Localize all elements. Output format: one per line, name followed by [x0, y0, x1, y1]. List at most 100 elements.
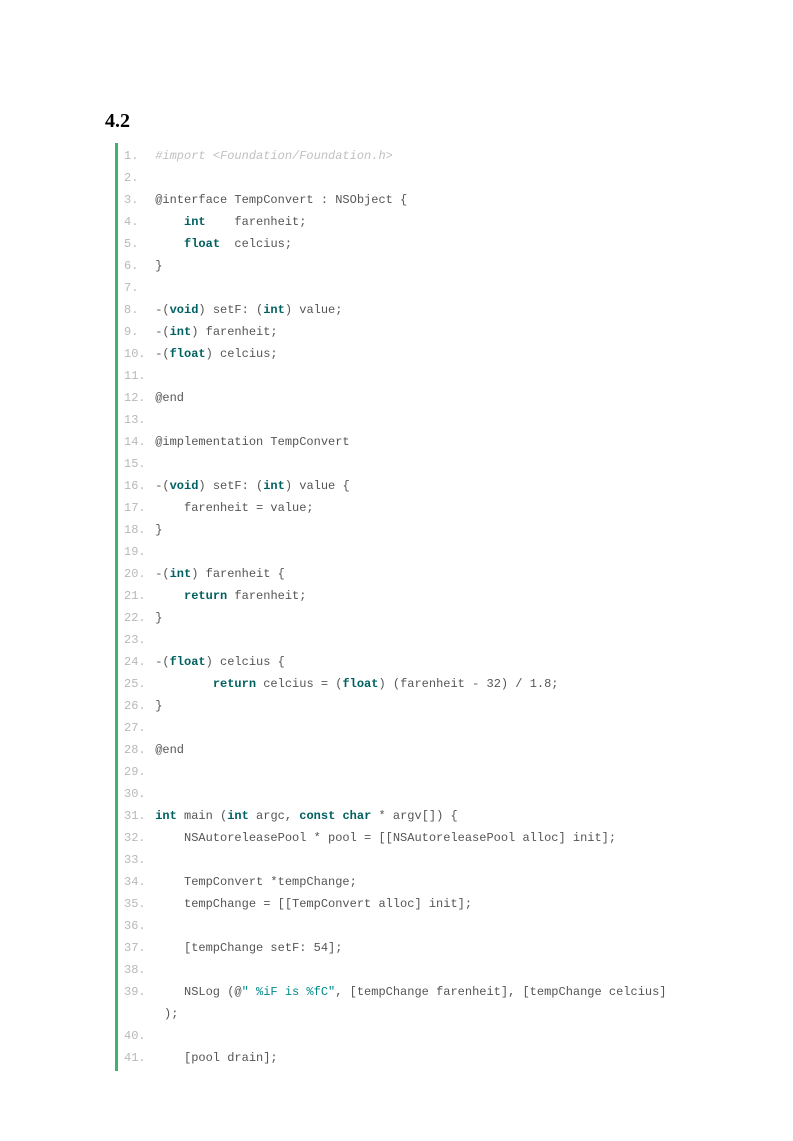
code-token: const	[299, 809, 335, 823]
line-number: 1.	[124, 145, 148, 167]
code-token: }	[148, 523, 162, 537]
code-token: -(	[148, 655, 170, 669]
code-line: 30.	[124, 783, 713, 805]
code-line: 26. }	[124, 695, 713, 717]
line-number: 22.	[124, 607, 148, 629]
code-line: 8. -(void) setF: (int) value;	[124, 299, 713, 321]
code-token: int	[263, 303, 285, 317]
code-line: 11.	[124, 365, 713, 387]
code-line: 37. [tempChange setF: 54];	[124, 937, 713, 959]
code-token: ) celcius;	[206, 347, 278, 361]
code-token: [tempChange setF: 54];	[148, 941, 342, 955]
line-number: 16.	[124, 475, 148, 497]
line-number: 38.	[124, 959, 148, 981]
code-token: void	[170, 303, 199, 317]
code-block: 1. #import <Foundation/Foundation.h>2.3.…	[115, 143, 713, 1071]
code-token: #import <Foundation/Foundation.h>	[155, 149, 393, 163]
line-number: 20.	[124, 563, 148, 585]
line-number: 6.	[124, 255, 148, 277]
code-token: -(	[148, 303, 170, 317]
line-number: 37.	[124, 937, 148, 959]
code-token: char	[342, 809, 371, 823]
line-number: 27.	[124, 717, 148, 739]
code-token: farenheit;	[227, 589, 306, 603]
line-number: 5.	[124, 233, 148, 255]
line-number: 4.	[124, 211, 148, 233]
code-line: );	[124, 1003, 713, 1025]
code-token: float	[170, 347, 206, 361]
code-token: }	[148, 699, 162, 713]
code-line: 21. return farenheit;	[124, 585, 713, 607]
code-token: @implementation TempConvert	[148, 435, 350, 449]
code-line: 39. NSLog (@" %iF is %fC", [tempChange f…	[124, 981, 713, 1003]
code-token: }	[148, 611, 162, 625]
code-line: 10. -(float) celcius;	[124, 343, 713, 365]
code-token: int	[227, 809, 249, 823]
code-line: 38.	[124, 959, 713, 981]
code-token: int	[184, 215, 206, 229]
code-token: -(	[148, 325, 170, 339]
line-number: 34.	[124, 871, 148, 893]
code-line: 12. @end	[124, 387, 713, 409]
line-number: 9.	[124, 321, 148, 343]
code-token: * argv[]) {	[371, 809, 457, 823]
code-token: float	[170, 655, 206, 669]
code-token: -(	[148, 479, 170, 493]
code-token	[148, 215, 184, 229]
code-token: float	[184, 237, 220, 251]
line-number: 39.	[124, 981, 148, 1003]
code-token: ) (farenheit - 32) / 1.8;	[378, 677, 558, 691]
line-number: 26.	[124, 695, 148, 717]
line-number: 2.	[124, 167, 148, 189]
line-number: 7.	[124, 277, 148, 299]
code-line: 23.	[124, 629, 713, 651]
line-number: 17.	[124, 497, 148, 519]
code-token: @interface TempConvert : NSObject {	[148, 193, 407, 207]
code-line: 24. -(float) celcius {	[124, 651, 713, 673]
code-line: 20. -(int) farenheit {	[124, 563, 713, 585]
code-token: void	[170, 479, 199, 493]
code-token	[148, 589, 184, 603]
code-token: @end	[148, 743, 184, 757]
line-number: 31.	[124, 805, 148, 827]
line-number: 18.	[124, 519, 148, 541]
code-token: [pool drain];	[148, 1051, 278, 1065]
code-token: @end	[148, 391, 184, 405]
code-token: NSAutoreleasePool * pool = [[NSAutorelea…	[148, 831, 616, 845]
code-token: , [tempChange farenheit], [tempChange ce…	[335, 985, 666, 999]
code-line: 14. @implementation TempConvert	[124, 431, 713, 453]
code-token: int	[263, 479, 285, 493]
line-number: 30.	[124, 783, 148, 805]
line-number: 13.	[124, 409, 148, 431]
code-line: 27.	[124, 717, 713, 739]
code-line: 6. }	[124, 255, 713, 277]
code-line: 7.	[124, 277, 713, 299]
code-token: farenheit = value;	[148, 501, 314, 515]
code-line: 5. float celcius;	[124, 233, 713, 255]
code-token: celcius = (	[256, 677, 342, 691]
line-number: 10.	[124, 343, 148, 365]
line-number: 29.	[124, 761, 148, 783]
code-line: 22. }	[124, 607, 713, 629]
code-token: ) value;	[285, 303, 343, 317]
code-token: }	[148, 259, 162, 273]
code-line: 36.	[124, 915, 713, 937]
code-token: celcius;	[220, 237, 292, 251]
line-number: 24.	[124, 651, 148, 673]
line-number: 41.	[124, 1047, 148, 1069]
code-line: 15.	[124, 453, 713, 475]
code-line: 1. #import <Foundation/Foundation.h>	[124, 145, 713, 167]
code-token: TempConvert *tempChange;	[148, 875, 357, 889]
line-number: 36.	[124, 915, 148, 937]
line-number: 40.	[124, 1025, 148, 1047]
code-line: 13.	[124, 409, 713, 431]
line-number: 19.	[124, 541, 148, 563]
page: 4.2 1. #import <Foundation/Foundation.h>…	[0, 0, 793, 1141]
code-token: return	[184, 589, 227, 603]
code-token	[148, 237, 184, 251]
line-number: 15.	[124, 453, 148, 475]
code-line: 25. return celcius = (float) (farenheit …	[124, 673, 713, 695]
code-line: 41. [pool drain];	[124, 1047, 713, 1069]
code-token: ) celcius {	[206, 655, 285, 669]
code-line: 34. TempConvert *tempChange;	[124, 871, 713, 893]
